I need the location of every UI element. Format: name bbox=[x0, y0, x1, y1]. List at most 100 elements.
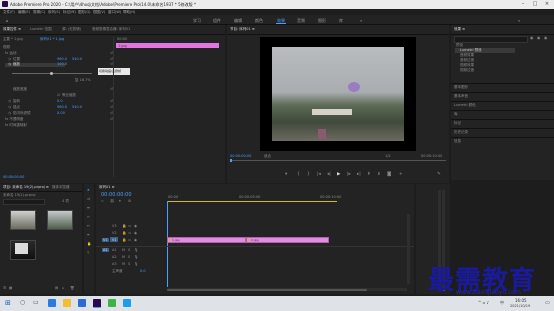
search-icon[interactable]: ⌕ bbox=[518, 18, 520, 23]
v1-sync-icon[interactable]: ▭ bbox=[128, 238, 131, 242]
time-remap-effect[interactable]: fx 时间重映射 bbox=[5, 123, 27, 128]
selection-tool-icon[interactable]: ➤ bbox=[87, 188, 90, 192]
track-a1-label[interactable]: A1 bbox=[112, 248, 117, 252]
v3-eye-icon[interactable]: ◉ bbox=[134, 224, 137, 228]
program-frame[interactable] bbox=[260, 37, 416, 151]
track-v1-label[interactable]: V1 bbox=[112, 238, 117, 242]
export-frame-icon[interactable]: ◙ bbox=[387, 172, 391, 177]
tab-audio-clip-mixer[interactable]: 音频剪辑混合器: 序列01 bbox=[92, 27, 130, 32]
edge-app-icon[interactable] bbox=[48, 299, 56, 307]
tab-project[interactable]: 项目: 未命名 19(2).prproj ≡ bbox=[3, 185, 49, 190]
play-button[interactable]: ▶ bbox=[337, 172, 340, 177]
track-v3-label[interactable]: V3 bbox=[112, 224, 117, 228]
a2-mute-icon[interactable]: M bbox=[122, 255, 125, 259]
home-icon[interactable]: ⌂ bbox=[6, 18, 9, 23]
razor-tool-icon[interactable]: ✂ bbox=[87, 215, 90, 219]
source-patch-v1[interactable]: V1 bbox=[102, 238, 109, 242]
app-icon-6[interactable] bbox=[123, 299, 131, 307]
type-tool-icon[interactable]: T bbox=[87, 251, 89, 255]
anchor-stopwatch-icon[interactable]: ◷ bbox=[8, 105, 11, 109]
info-section[interactable]: 信息 bbox=[454, 139, 461, 144]
work-area-bar[interactable] bbox=[167, 201, 337, 202]
v2-sync-icon[interactable]: ▭ bbox=[128, 231, 131, 235]
premiere-app-icon[interactable] bbox=[93, 299, 101, 308]
libraries-section[interactable]: 库 bbox=[454, 112, 458, 117]
add-marker-timeline-icon[interactable]: ▾ bbox=[119, 199, 121, 203]
button-editor-icon[interactable]: + bbox=[399, 172, 403, 177]
chrome-app-icon[interactable] bbox=[108, 299, 116, 307]
effects-tree-video-transitions[interactable]: 视频过渡 bbox=[460, 68, 474, 73]
position-y-value[interactable]: 540.0 bbox=[72, 57, 82, 61]
workspace-graphics[interactable]: 图形 bbox=[318, 18, 326, 24]
program-timecode[interactable]: 00:00:00:00 bbox=[230, 154, 251, 158]
close-button[interactable]: × bbox=[542, 1, 552, 8]
list-view-icon[interactable]: ☰ bbox=[3, 286, 6, 290]
search-taskbar-icon[interactable]: ○ bbox=[20, 299, 25, 306]
position-x-value[interactable]: 960.0 bbox=[57, 57, 67, 61]
new-item-icon[interactable]: ▫ bbox=[62, 286, 64, 290]
clip-2[interactable]: 2.jpg bbox=[246, 236, 329, 243]
track-a2-label[interactable]: A2 bbox=[112, 255, 117, 259]
track-a3-label[interactable]: A3 bbox=[112, 262, 117, 266]
timeline-title[interactable]: 序列01 ≡ bbox=[99, 185, 115, 190]
timeline-timecode[interactable]: 00:00:00:00 bbox=[101, 192, 132, 198]
project-thumbnail-2[interactable] bbox=[47, 210, 73, 230]
anchor-y-value[interactable]: 540.0 bbox=[72, 105, 82, 109]
scale-slider-handle[interactable] bbox=[50, 71, 53, 75]
a3-solo-icon[interactable]: S bbox=[128, 262, 130, 266]
tab-lumetri-scopes[interactable]: Lumetri 范围 bbox=[30, 27, 52, 32]
v2-lock-icon[interactable]: 🔒 bbox=[122, 231, 126, 235]
minimize-button[interactable]: – bbox=[518, 1, 528, 8]
track-select-tool-icon[interactable]: ⇉ bbox=[87, 197, 90, 201]
workspace-learn[interactable]: 学习 bbox=[193, 18, 201, 24]
clip-1[interactable]: 1.jpg bbox=[167, 236, 246, 243]
go-to-out-icon[interactable]: ▸| bbox=[357, 172, 361, 177]
effects-panel-title[interactable]: 效果 ≡ bbox=[454, 27, 465, 32]
a2-mic-icon[interactable]: 🎙 bbox=[134, 255, 138, 259]
program-playhead[interactable] bbox=[230, 159, 232, 162]
mark-in-icon[interactable]: { bbox=[297, 172, 300, 177]
snap-icon[interactable]: ⊂ bbox=[101, 199, 104, 203]
clock-time[interactable]: 16:05 bbox=[515, 298, 527, 303]
sequence-clip-header[interactable]: 序列01 * 1.jpg bbox=[40, 37, 64, 42]
v1-lock-icon[interactable]: 🔒 bbox=[122, 238, 126, 242]
new-bin-icon[interactable]: ▤ bbox=[55, 286, 58, 290]
yuv-icon[interactable]: ▣ bbox=[544, 36, 547, 40]
a3-mic-icon[interactable]: 🎙 bbox=[134, 262, 138, 266]
mark-out-icon[interactable]: } bbox=[307, 172, 310, 177]
essential-graphics-section[interactable]: 基本图形 bbox=[454, 85, 468, 90]
workspace-color[interactable]: 颜色 bbox=[255, 18, 263, 24]
program-scrubber[interactable] bbox=[230, 160, 446, 161]
timeline-playhead[interactable] bbox=[167, 201, 168, 287]
position-stopwatch-icon[interactable]: ◷ bbox=[8, 57, 11, 61]
lumetri-color-section[interactable]: Lumetri 颜色 bbox=[454, 103, 476, 108]
settings-wrench-icon[interactable]: ✎ bbox=[437, 172, 441, 177]
source-patch-a1[interactable]: A1 bbox=[102, 248, 109, 252]
v1-eye-icon[interactable]: ◉ bbox=[134, 238, 137, 242]
master-clip-header[interactable]: 主要 * 1.jpg bbox=[3, 37, 23, 42]
a1-mic-icon[interactable]: 🎙 bbox=[134, 248, 138, 252]
windows-start-icon[interactable]: ⊞ bbox=[5, 299, 11, 307]
tab-source[interactable]: 源: (无剪辑) bbox=[62, 27, 81, 32]
timeline-vertical-scrollbar[interactable] bbox=[407, 214, 410, 284]
workspace-audio[interactable]: 音频 bbox=[297, 18, 305, 24]
slip-tool-icon[interactable]: ↔ bbox=[87, 224, 90, 228]
extract-icon[interactable]: ⇟ bbox=[377, 172, 381, 177]
v2-eye-icon[interactable]: ◉ bbox=[134, 231, 137, 235]
project-thumbnail-1[interactable] bbox=[10, 210, 36, 230]
v3-lock-icon[interactable]: 🔒 bbox=[122, 224, 126, 228]
zoom-dropdown[interactable]: 1/2 bbox=[385, 154, 391, 158]
rotation-value[interactable]: 0.0 bbox=[57, 99, 63, 103]
effects-search-input[interactable] bbox=[454, 36, 528, 43]
history-section[interactable]: 历史记录 bbox=[454, 130, 468, 135]
maximize-button[interactable]: □ bbox=[530, 1, 540, 8]
timeline-scroll-thumb[interactable] bbox=[167, 288, 367, 291]
tab-effect-controls[interactable]: 效果控件 ≡ bbox=[3, 27, 21, 32]
workspace-assembly[interactable]: 组件 bbox=[213, 18, 221, 24]
task-view-icon[interactable]: ▭ bbox=[33, 299, 39, 306]
uniform-scale-checkbox[interactable]: ☑ bbox=[57, 93, 60, 97]
accelerated-icon[interactable]: ▣ bbox=[530, 36, 533, 40]
a3-mute-icon[interactable]: M bbox=[122, 262, 125, 266]
antiflicker-stopwatch-icon[interactable]: ◷ bbox=[8, 111, 11, 115]
ripple-edit-tool-icon[interactable]: ⇹ bbox=[87, 206, 90, 210]
